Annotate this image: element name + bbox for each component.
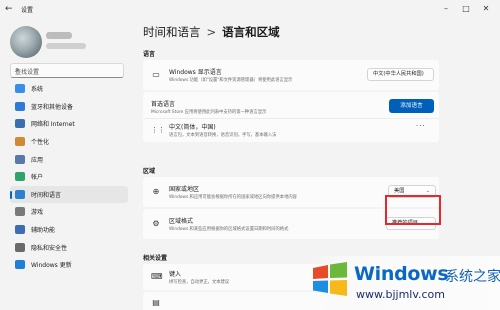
sidebar: 查找设置 ⌕ 系统 蓝牙和其他设备 网络和 Internet 个性化 应用 帐户… (0, 20, 133, 310)
sidebar-item-label: 帐户 (31, 174, 44, 182)
highlight-box (385, 195, 441, 225)
breadcrumb: 时间和语言 > 语言和区域 (143, 24, 280, 40)
add-language-button[interactable]: 添加语言 (389, 99, 434, 113)
wifi-icon (15, 119, 25, 129)
watermark-url: www.bjjmlv.com (356, 288, 445, 301)
apps-icon (15, 154, 25, 164)
chinese-language-desc: 语言包，文本到语音转换，语音识别，手写，基本输入法 (169, 133, 277, 138)
sidebar-item-label: 系统 (31, 86, 44, 94)
globe-clock-icon (15, 189, 25, 199)
page-title: 语言和区域 (222, 25, 280, 39)
sidebar-item-accounts[interactable]: 帐户 (10, 168, 128, 186)
breadcrumb-parent[interactable]: 时间和语言 (143, 25, 201, 39)
settings-icon: ▤ (152, 298, 160, 307)
sidebar-item-label: 游戏 (31, 209, 44, 217)
section-heading-region: 区域 (143, 168, 156, 175)
update-icon (15, 260, 25, 270)
section-heading-language: 语言 (143, 51, 156, 58)
sidebar-item-personalization[interactable]: 个性化 (10, 133, 128, 151)
breadcrumb-separator: > (206, 25, 217, 39)
preferred-language-card: 首选语言 Microsoft Store 应用将使用此列表中支持的第一种语言显示… (143, 92, 439, 142)
monitor-icon (15, 84, 25, 94)
sidebar-item-gaming[interactable]: 游戏 (10, 203, 128, 221)
blurred-user-email (46, 43, 86, 49)
search-input[interactable]: 查找设置 ⌕ (10, 63, 124, 78)
display-language-card: ▭ Windows 显示语言 Windows 功能（如"设置"和文件资源管理器）… (143, 60, 439, 90)
display-language-icon: ▭ (152, 70, 160, 79)
section-heading-related: 相关设置 (143, 255, 168, 262)
sidebar-item-label: Windows 更新 (31, 262, 72, 270)
sidebar-item-accessibility[interactable]: 辅助功能 (10, 221, 128, 239)
chinese-language-title: 中文(简体，中国) (169, 124, 216, 131)
typing-desc: 拼写检查，自动更正，文本建议 (169, 280, 230, 285)
preferred-language-title: 首选语言 (151, 101, 176, 108)
preferred-language-desc: Microsoft Store 应用将使用此列表中支持的第一种语言显示 (151, 110, 267, 115)
more-options-icon[interactable]: ··· (416, 122, 426, 130)
sidebar-item-label: 个性化 (31, 139, 50, 147)
display-language-desc: Windows 功能（如"设置"和文件资源管理器）将使用此语言显示 (169, 78, 293, 83)
app-title: 设置 (21, 7, 34, 14)
back-arrow-icon[interactable]: ← (5, 4, 13, 14)
sidebar-nav: 系统 蓝牙和其他设备 网络和 Internet 个性化 应用 帐户 时间和语言 … (10, 80, 128, 274)
country-region-title: 国家或地区 (169, 186, 200, 193)
display-language-value: 中文(中华人民共和国) (373, 71, 424, 77)
blurred-user-name (46, 32, 72, 39)
title-bar: ← 设置 – □ ✕ (0, 0, 500, 20)
typing-title: 键入 (169, 271, 182, 278)
person-icon (15, 172, 25, 182)
divider (143, 118, 439, 119)
sidebar-item-windows-update[interactable]: Windows 更新 (10, 256, 128, 274)
sidebar-item-label: 蓝牙和其他设备 (31, 103, 74, 111)
windows-flag-logo (313, 262, 347, 296)
sidebar-item-privacy[interactable]: 隐私和安全性 (10, 238, 128, 256)
maximize-icon[interactable]: □ (458, 2, 474, 16)
sidebar-item-label: 时间和语言 (31, 191, 62, 199)
watermark-cn: 系统之家 (445, 269, 500, 285)
bluetooth-icon (15, 101, 25, 111)
accessibility-icon (15, 225, 25, 235)
region-format-icon: ⚙ (152, 219, 160, 228)
brush-icon (15, 137, 25, 147)
region-format-desc: Windows 和某些应用根据你的区域格式设置日期和时间的格式 (169, 227, 289, 232)
country-region-desc: Windows 和应用可能会根据你所在的国家或地区向你提供本地内容 (169, 195, 297, 200)
sidebar-item-time-language[interactable]: 时间和语言 (10, 185, 128, 204)
avatar[interactable] (10, 26, 42, 58)
sidebar-item-label: 网络和 Internet (31, 121, 75, 129)
close-icon[interactable]: ✕ (478, 2, 494, 16)
drag-handle-icon[interactable]: ⋮⋮ (151, 126, 165, 135)
display-language-title: Windows 显示语言 (169, 69, 222, 76)
display-language-dropdown[interactable]: 中文(中华人民共和国) (367, 68, 434, 81)
keyboard-icon: ⌨ (151, 272, 163, 281)
sidebar-item-label: 辅助功能 (31, 227, 56, 235)
shield-icon (15, 242, 25, 252)
gamepad-icon (15, 207, 25, 217)
region-format-title: 区域格式 (169, 218, 194, 225)
search-icon: ⌕ (15, 65, 20, 74)
sidebar-item-label: 隐私和安全性 (31, 244, 68, 252)
sidebar-item-apps[interactable]: 应用 (10, 150, 128, 168)
sidebar-item-network[interactable]: 网络和 Internet (10, 115, 128, 133)
country-region-value: 美国 (394, 188, 405, 194)
minimize-icon[interactable]: – (438, 2, 454, 16)
watermark: Windows 系统之家 www.bjjmlv.com (310, 256, 500, 310)
sidebar-item-system[interactable]: 系统 (10, 80, 128, 98)
sidebar-item-label: 应用 (31, 156, 44, 164)
sidebar-item-bluetooth[interactable]: 蓝牙和其他设备 (10, 98, 128, 116)
watermark-title: Windows (354, 263, 449, 285)
globe-icon: ⊕ (152, 187, 160, 196)
settings-window: ← 设置 – □ ✕ 查找设置 ⌕ 系统 蓝牙和其他设备 网络和 Interne… (0, 0, 500, 310)
